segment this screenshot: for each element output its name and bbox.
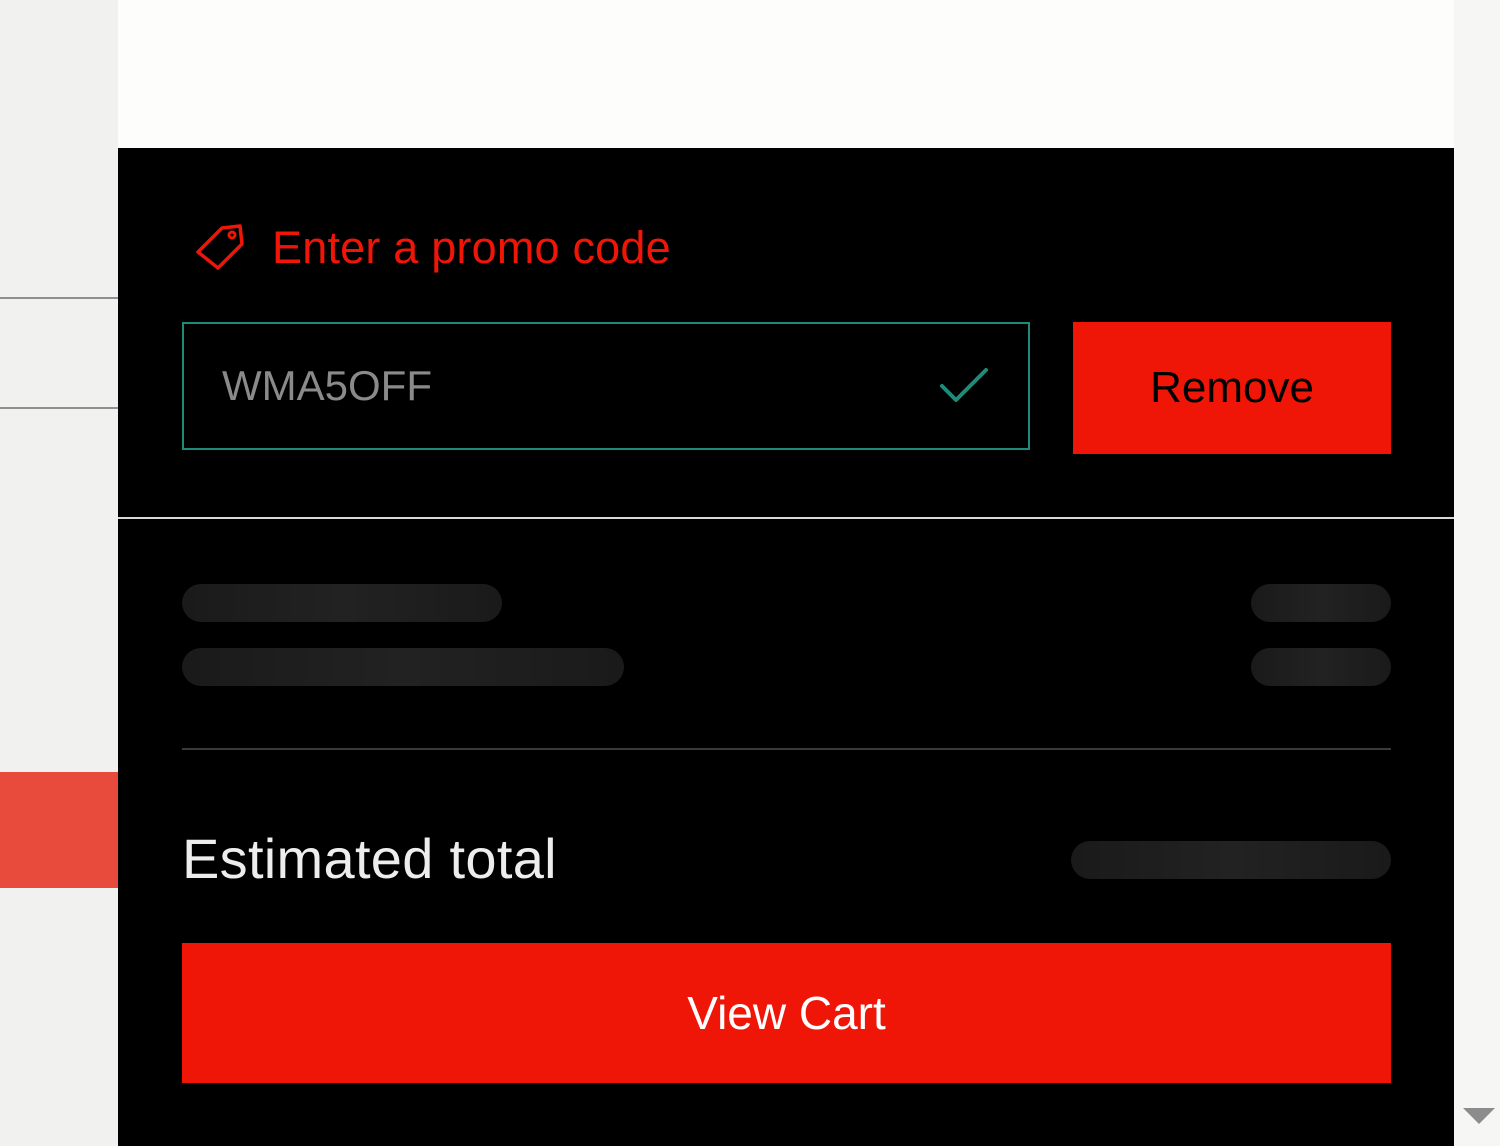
- background-page-strip: [0, 0, 118, 1146]
- estimated-total-placeholder: [1071, 841, 1391, 879]
- scrollbar[interactable]: [1454, 0, 1500, 1146]
- promo-code-value[interactable]: WMA5OFF: [222, 362, 938, 410]
- promo-heading[interactable]: Enter a promo code: [192, 220, 671, 276]
- cart-summary-panel: Enter a promo code WMA5OFF Remove Estima…: [118, 148, 1454, 1146]
- scroll-down-arrow-icon[interactable]: [1463, 1108, 1495, 1124]
- page-divider: [0, 407, 118, 409]
- page-divider: [0, 297, 118, 299]
- loading-placeholder: [182, 648, 624, 686]
- tag-icon: [196, 224, 244, 270]
- promo-heading-label: Enter a promo code: [272, 222, 671, 273]
- estimated-total-label: Estimated total: [182, 827, 557, 890]
- view-cart-button[interactable]: View Cart: [182, 943, 1391, 1083]
- cart-header-area: [118, 0, 1454, 148]
- promo-code-input[interactable]: WMA5OFF: [182, 322, 1030, 450]
- loading-placeholder: [1251, 584, 1391, 622]
- check-icon: [940, 368, 988, 402]
- loading-placeholder: [182, 584, 502, 622]
- section-divider: [118, 517, 1454, 519]
- summary-divider: [182, 748, 1391, 750]
- background-red-block: [0, 772, 118, 888]
- remove-promo-button[interactable]: Remove: [1073, 322, 1391, 454]
- loading-placeholder: [1251, 648, 1391, 686]
